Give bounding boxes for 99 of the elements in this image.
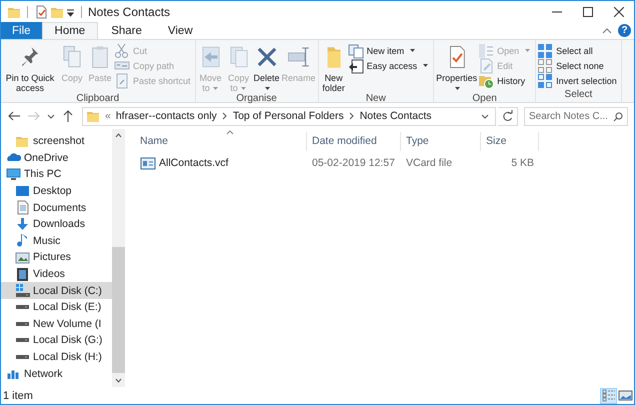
nav-item[interactable]: Local Disk (E:) — [1, 298, 112, 316]
down-arrow-icon — [15, 216, 30, 232]
chevron-icon — [348, 112, 355, 120]
ribbon-tab[interactable]: View — [154, 22, 206, 39]
collapse-ribbon-icon — [602, 26, 612, 36]
refresh-icon — [502, 110, 513, 122]
drive-icon — [15, 354, 30, 360]
group-label: New — [364, 93, 387, 104]
sort-icon — [226, 130, 234, 135]
shortcut-icon — [114, 72, 130, 88]
ribbon-button[interactable]: Easy access — [348, 58, 432, 73]
invert-selection-icon — [537, 72, 554, 88]
nav-item[interactable]: Music — [1, 232, 112, 250]
nav-item[interactable]: Documents — [1, 199, 112, 216]
ribbon-tab[interactable]: File — [1, 22, 42, 39]
breadcrumb[interactable]: hfraser--contacts only — [116, 110, 217, 122]
table-cell: 5 KB — [511, 157, 534, 169]
status-text: 1 item — [3, 390, 33, 402]
scrollbar-thumb[interactable] — [112, 247, 125, 373]
drive-icon — [15, 337, 30, 344]
easy-access-icon — [348, 58, 364, 74]
picture-icon — [15, 250, 30, 265]
ribbon-button[interactable]: Invert selection — [537, 73, 620, 88]
address-bar[interactable]: « hfraser--contacts only Top of Personal Folders Notes Contacts — [82, 106, 496, 126]
group-label: Clipboard — [75, 93, 120, 104]
ribbon-button[interactable]: Delete — [252, 41, 281, 93]
search-field[interactable]: Search Notes C... — [524, 106, 628, 126]
group-label: Select — [564, 89, 594, 102]
scroll-up-icon — [115, 133, 122, 138]
monitor-icon — [6, 166, 21, 182]
drive-icon — [15, 320, 30, 327]
dropdown-icon — [481, 114, 489, 118]
ribbon-button[interactable]: Pin to Quick access — [2, 41, 58, 93]
back-arrow-icon — [8, 111, 20, 121]
up-arrow-icon — [63, 110, 73, 122]
maximize-icon — [582, 6, 592, 16]
help-button[interactable]: ? — [618, 24, 631, 37]
minimize-icon — [552, 10, 562, 12]
refresh-button[interactable] — [498, 106, 518, 126]
list-view-icon — [601, 388, 616, 403]
properties-icon — [34, 4, 48, 18]
film-icon — [15, 266, 30, 282]
ribbon-tab[interactable]: Share — [98, 22, 155, 39]
desktop-icon — [15, 184, 30, 199]
scissors-icon — [114, 42, 130, 58]
close-icon — [614, 6, 624, 16]
folder-icon — [86, 109, 100, 123]
nav-item[interactable]: Desktop — [1, 182, 112, 200]
nav-item[interactable]: Local Disk (C:) — [1, 282, 112, 299]
ribbon-button[interactable]: History — [478, 73, 534, 88]
ribbon-tab[interactable]: Home — [42, 22, 98, 39]
document-icon — [15, 200, 30, 216]
breadcrumb[interactable]: Notes Contacts — [360, 110, 432, 122]
select-none-icon — [537, 58, 554, 74]
drive-icon — [15, 304, 30, 310]
table-cell: AllContacts.vcf — [159, 157, 228, 169]
ribbon-button[interactable]: Select all — [537, 43, 620, 58]
new-item-icon — [348, 42, 364, 58]
chevron-down-icon — [47, 114, 55, 118]
group-label: Organise — [235, 93, 278, 104]
forward-arrow-icon — [28, 111, 40, 121]
nav-item[interactable]: Network — [1, 365, 112, 382]
nav-item[interactable]: Downloads — [1, 216, 112, 233]
open-icon — [478, 42, 494, 58]
nav-item[interactable]: OneDrive — [1, 150, 112, 166]
column-header[interactable]: Type — [401, 132, 481, 151]
breadcrumb[interactable]: Top of Personal Folders — [232, 110, 344, 122]
column-header[interactable]: Size — [481, 132, 539, 151]
music-note-icon — [15, 233, 30, 248]
overflow-chevron[interactable]: « — [105, 110, 111, 122]
ribbon-button[interactable]: Properties — [435, 41, 478, 93]
nav-item[interactable]: Pictures — [1, 249, 112, 266]
column-header[interactable]: Date modified — [307, 132, 401, 151]
windows-drive-icon — [15, 283, 30, 298]
thumbnails-view-button[interactable] — [617, 388, 634, 404]
details-view-button[interactable] — [600, 388, 617, 404]
scrollbar[interactable] — [112, 129, 125, 387]
chevron-icon — [222, 112, 228, 120]
search-icon — [613, 112, 623, 122]
nav-item[interactable]: Local Disk (H:) — [1, 348, 112, 366]
nav-item[interactable]: Videos — [1, 266, 112, 282]
ribbon-button[interactable]: New item — [348, 43, 432, 58]
edit-icon — [478, 58, 494, 74]
group-label: Open — [471, 93, 498, 104]
nav-item[interactable]: New Volume (I — [1, 316, 112, 332]
window-title: Notes Contacts — [88, 4, 172, 18]
ribbon-button[interactable]: New folder — [320, 41, 348, 93]
select-all-icon — [537, 42, 554, 58]
contact-card-icon — [140, 156, 156, 170]
file-row[interactable]: AllContacts.vcf 05-02-2019 12:57 VCard file 5 KB — [135, 153, 634, 173]
picture-view-icon — [618, 388, 633, 403]
nav-item[interactable]: screenshot — [1, 133, 112, 150]
column-header[interactable]: Name — [135, 132, 307, 151]
ribbon-button[interactable]: Select none — [537, 58, 620, 73]
table-cell: VCard file — [406, 157, 452, 169]
nav-item[interactable]: This PC — [1, 166, 112, 183]
scroll-down-icon — [115, 378, 122, 383]
table-cell: 05-02-2019 12:57 — [312, 157, 395, 169]
nav-item[interactable]: Local Disk (G:) — [1, 332, 112, 349]
